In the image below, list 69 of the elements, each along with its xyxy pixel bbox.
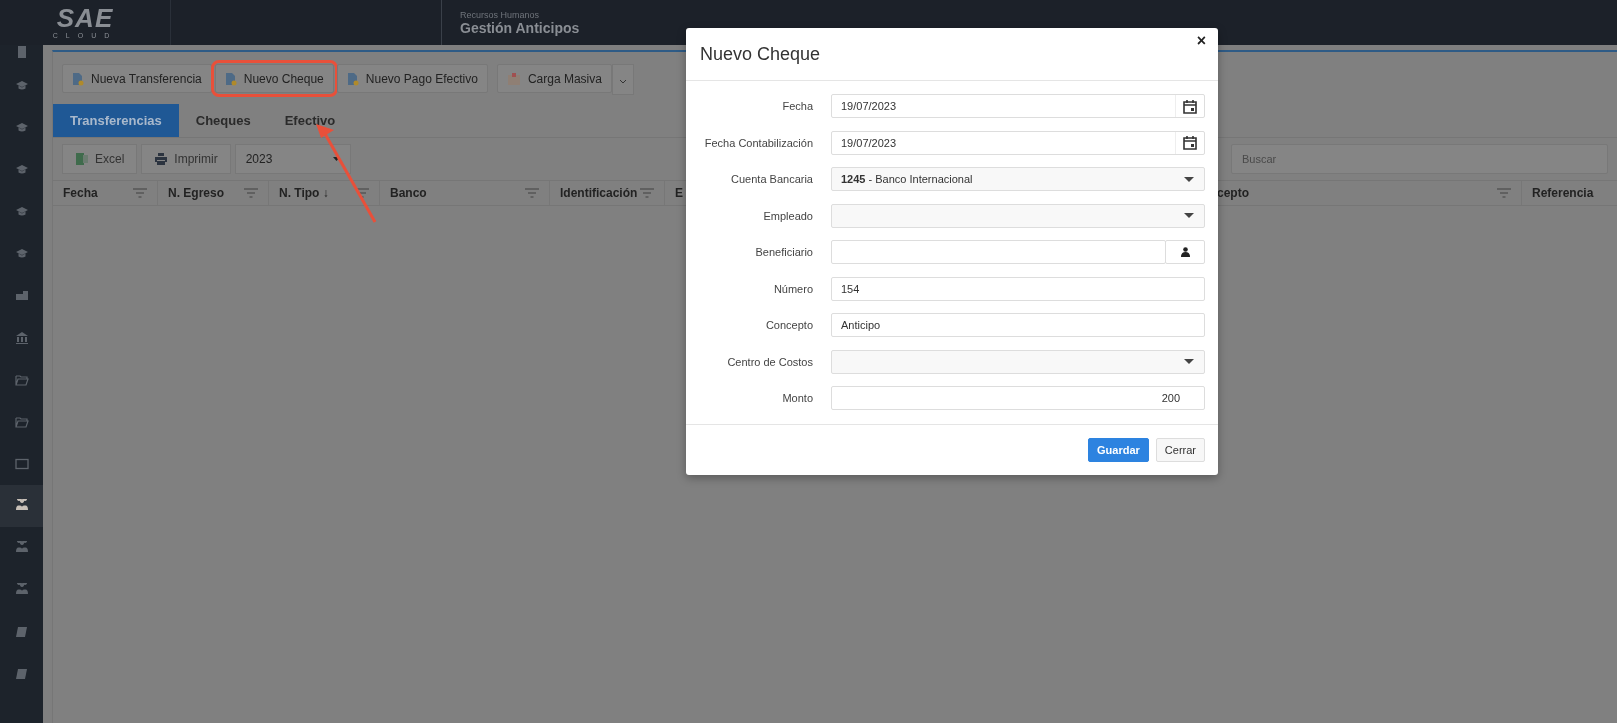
card-icon bbox=[14, 457, 29, 471]
column-header[interactable]: N. Tipo ↓ bbox=[279, 186, 329, 200]
calendar-icon bbox=[1183, 98, 1197, 114]
input-field[interactable] bbox=[831, 240, 1166, 264]
search-field[interactable]: Buscar bbox=[1231, 144, 1608, 174]
tab[interactable]: Transferencias bbox=[53, 104, 179, 137]
filter-icon[interactable] bbox=[1497, 188, 1511, 198]
module-label: Recursos Humanos bbox=[460, 9, 541, 20]
user-button[interactable] bbox=[1165, 240, 1205, 264]
column-header[interactable]: Banco bbox=[390, 186, 427, 200]
toolbar-button[interactable]: Carga Masiva bbox=[496, 64, 612, 93]
field-label: Beneficiario bbox=[754, 246, 813, 258]
caret-icon bbox=[1184, 359, 1194, 364]
column-header[interactable]: N. Egreso bbox=[168, 186, 224, 200]
toolbar-button[interactable]: Excel bbox=[62, 144, 138, 174]
filter-icon[interactable] bbox=[244, 188, 258, 198]
sidebar-item[interactable] bbox=[0, 485, 43, 527]
dropdown-button[interactable] bbox=[611, 64, 634, 95]
calendar-icon bbox=[1183, 135, 1197, 150]
column-header[interactable]: Fecha bbox=[63, 186, 98, 200]
dialog-title: Nuevo Cheque bbox=[700, 43, 821, 65]
field-label: Concepto bbox=[764, 319, 813, 331]
toolbar-button[interactable]: Nueva Transferencia bbox=[62, 64, 212, 93]
field-label: Fecha bbox=[781, 100, 813, 112]
close-button[interactable]: × bbox=[1194, 32, 1208, 50]
save-button[interactable]: Guardar bbox=[1088, 438, 1149, 462]
column-header[interactable]: Identificación bbox=[560, 186, 638, 200]
filter-icon[interactable] bbox=[525, 188, 539, 198]
date-field[interactable]: 19/07/2023 bbox=[831, 94, 1205, 118]
year-select[interactable]: 2023 bbox=[234, 144, 351, 174]
caret-icon bbox=[332, 157, 340, 161]
spreadsheet-icon bbox=[75, 152, 89, 166]
caret-icon bbox=[1184, 176, 1194, 182]
column-header[interactable]: Referencia bbox=[1532, 186, 1594, 200]
field-label: Cuenta Bancaria bbox=[730, 173, 813, 185]
user-icon bbox=[1180, 247, 1190, 257]
select-field[interactable]: 1245 - Banco Internacional bbox=[831, 167, 1205, 191]
chevron-down-icon bbox=[618, 79, 627, 84]
caret-icon bbox=[1184, 213, 1194, 218]
field-label: Número bbox=[772, 282, 813, 295]
field-label: Fecha Contabilización bbox=[703, 136, 813, 149]
input-field[interactable]: 200 bbox=[831, 386, 1205, 410]
filter-icon[interactable] bbox=[355, 188, 369, 198]
field-label: Empleado bbox=[762, 209, 813, 222]
bank-icon bbox=[14, 331, 29, 345]
select-field[interactable] bbox=[831, 203, 1205, 228]
date-field[interactable]: 19/07/2023 bbox=[831, 130, 1205, 155]
toolbar-button[interactable]: Imprimir bbox=[141, 144, 231, 174]
folder-icon bbox=[14, 373, 29, 387]
close-dialog-button[interactable]: Cerrar bbox=[1155, 438, 1205, 462]
page-title: Gestión Anticipos bbox=[460, 19, 580, 36]
field-label: Monto bbox=[781, 392, 813, 404]
document-icon bbox=[72, 71, 84, 86]
filter-icon[interactable] bbox=[133, 188, 147, 198]
document-icon bbox=[346, 71, 359, 86]
folder-icon bbox=[14, 415, 29, 429]
box-icon bbox=[506, 71, 521, 86]
field-label: Centro de Costos bbox=[726, 355, 813, 368]
tab[interactable]: Cheques bbox=[178, 104, 268, 137]
column-header[interactable]: cepto bbox=[1217, 186, 1249, 200]
document-icon bbox=[224, 71, 237, 86]
column-header[interactable]: E bbox=[675, 186, 683, 200]
input-field[interactable]: Anticipo bbox=[831, 313, 1205, 337]
tab[interactable]: Efectivo bbox=[267, 104, 353, 137]
printer-icon bbox=[154, 152, 169, 166]
filter-icon[interactable] bbox=[640, 188, 654, 198]
input-field[interactable]: 154 bbox=[831, 276, 1205, 301]
toolbar-button[interactable]: Nuevo Pago Efectivo bbox=[336, 64, 488, 93]
select-field[interactable] bbox=[831, 349, 1205, 374]
